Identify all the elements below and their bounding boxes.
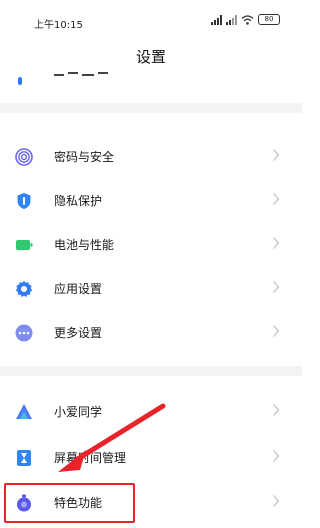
settings-item-more-settings[interactable]: 更多设置: [0, 311, 302, 355]
chevron-right-icon: [273, 495, 280, 507]
page-title: 设置: [135, 48, 166, 66]
annotation-highlight-box: [4, 483, 135, 523]
chevron-right-icon: [273, 149, 280, 161]
settings-item-label: 小爱同学: [54, 405, 103, 419]
wifi-icon: [241, 14, 254, 25]
settings-item-label: 更多设置: [54, 326, 103, 340]
status-bar: 上午10:15 80: [0, 0, 302, 40]
signal-icon: [211, 14, 222, 25]
privacy-shield-icon: [17, 193, 31, 209]
settings-item-privacy[interactable]: 隐私保护: [0, 179, 302, 223]
more-dots-icon: [15, 324, 33, 342]
scrolled-off-label-glyphs: [54, 72, 108, 76]
gear-icon: [15, 280, 33, 297]
section-divider: [0, 103, 302, 113]
hourglass-icon: [17, 450, 31, 466]
settings-item-password-security[interactable]: 密码与安全: [0, 135, 302, 179]
chevron-right-icon: [273, 404, 280, 416]
settings-item-screen-time[interactable]: 屏幕时间管理: [0, 436, 302, 480]
settings-item-app-settings[interactable]: 应用设置: [0, 267, 302, 311]
fingerprint-icon: [15, 148, 33, 166]
settings-item-battery[interactable]: 电池与性能: [0, 223, 302, 267]
scrolled-off-item[interactable]: [0, 72, 302, 90]
settings-item-label: 密码与安全: [54, 150, 115, 164]
settings-item-label: 屏幕时间管理: [54, 451, 127, 465]
settings-item-label: 应用设置: [54, 282, 103, 296]
chevron-right-icon: [273, 237, 280, 249]
chevron-right-icon: [273, 325, 280, 337]
settings-item-label: 隐私保护: [54, 194, 103, 208]
section-divider: [0, 366, 302, 376]
status-time: 上午10:15: [34, 20, 83, 31]
settings-item-label: 电池与性能: [54, 238, 115, 252]
chevron-right-icon: [273, 450, 280, 462]
battery-indicator: 80: [258, 14, 280, 25]
settings-item-xiaoai[interactable]: 小爱同学: [0, 390, 302, 434]
xiaoai-icon: [16, 404, 32, 419]
battery-icon: [16, 240, 33, 250]
chevron-right-icon: [273, 193, 280, 205]
signal-icon-2: [226, 14, 237, 25]
chevron-right-icon: [273, 281, 280, 293]
personalization-icon: [18, 77, 22, 85]
status-icons: 80: [211, 14, 280, 25]
